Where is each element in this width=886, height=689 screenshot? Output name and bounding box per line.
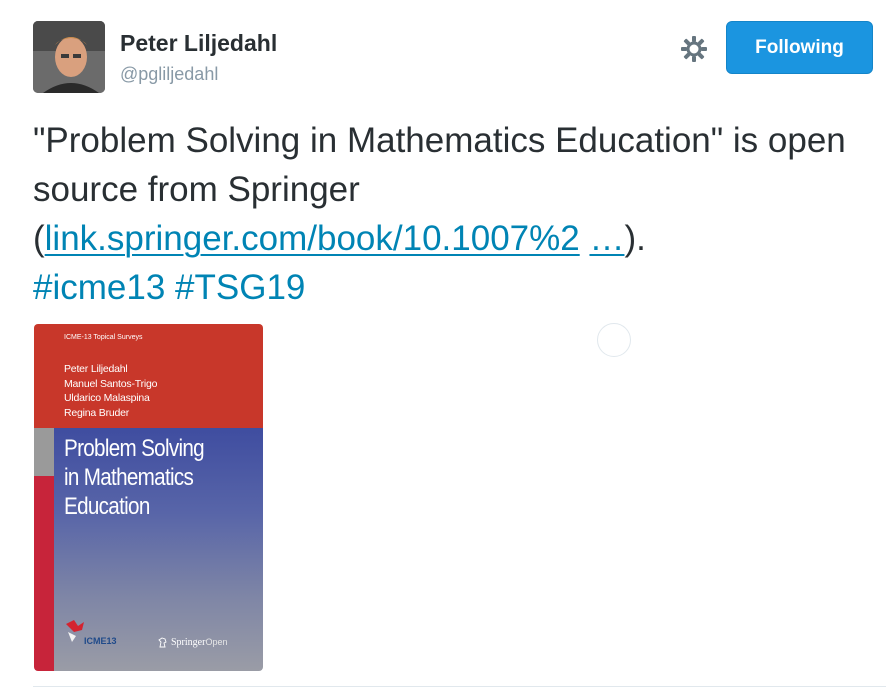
cover-author: Regina Bruder bbox=[64, 406, 130, 419]
tweet-link-ellipsis[interactable]: … bbox=[589, 219, 624, 258]
divider bbox=[33, 686, 886, 687]
cover-author: Manuel Santos-Trigo bbox=[64, 377, 158, 390]
tweet-text: "Problem Solving in Mathematics Educatio… bbox=[33, 116, 878, 312]
icme-logo-text: ICME13 bbox=[84, 636, 117, 646]
avatar[interactable] bbox=[33, 21, 105, 93]
publisher-suffix: Open bbox=[205, 637, 228, 647]
tweet-link[interactable]: link.springer.com/book/10.1007%2 bbox=[45, 219, 580, 258]
cover-title-line: in Mathematics bbox=[64, 464, 194, 491]
cover-title-line: Problem Solving bbox=[64, 435, 205, 462]
cover-title-line: Education bbox=[64, 493, 150, 520]
gear-icon[interactable] bbox=[678, 33, 710, 65]
user-handle[interactable]: @pgliljedahl bbox=[120, 64, 218, 85]
cover-title: Problem Solving in Mathematics Education bbox=[64, 434, 205, 521]
cover-author: Peter Liljedahl bbox=[64, 363, 128, 375]
media-book-cover[interactable]: ICME-13 Topical Surveys Peter Liljedahl … bbox=[34, 324, 263, 671]
cover-author: Uldarico Malaspina bbox=[64, 392, 150, 404]
cover-authors: Peter Liljedahl Manuel Santos-Trigo Ulda… bbox=[64, 362, 157, 420]
user-name[interactable]: Peter Liljedahl bbox=[120, 30, 277, 57]
hashtag-icme13[interactable]: #icme13 bbox=[33, 268, 165, 307]
publisher-name: Springer bbox=[171, 637, 206, 648]
loading-spinner-icon bbox=[597, 323, 631, 357]
cover-series: ICME-13 Topical Surveys bbox=[64, 334, 143, 341]
cover-gray-block bbox=[34, 428, 54, 476]
tweet-text-part2: ). bbox=[624, 219, 646, 258]
springer-horse-icon bbox=[158, 637, 167, 648]
avatar-image bbox=[33, 21, 105, 93]
springer-open-logo: SpringerOpen bbox=[158, 637, 227, 648]
tweet: Peter Liljedahl @pgliljedahl Following "… bbox=[0, 0, 886, 689]
following-button[interactable]: Following bbox=[726, 21, 873, 74]
hashtag-tsg19[interactable]: #TSG19 bbox=[175, 268, 305, 307]
